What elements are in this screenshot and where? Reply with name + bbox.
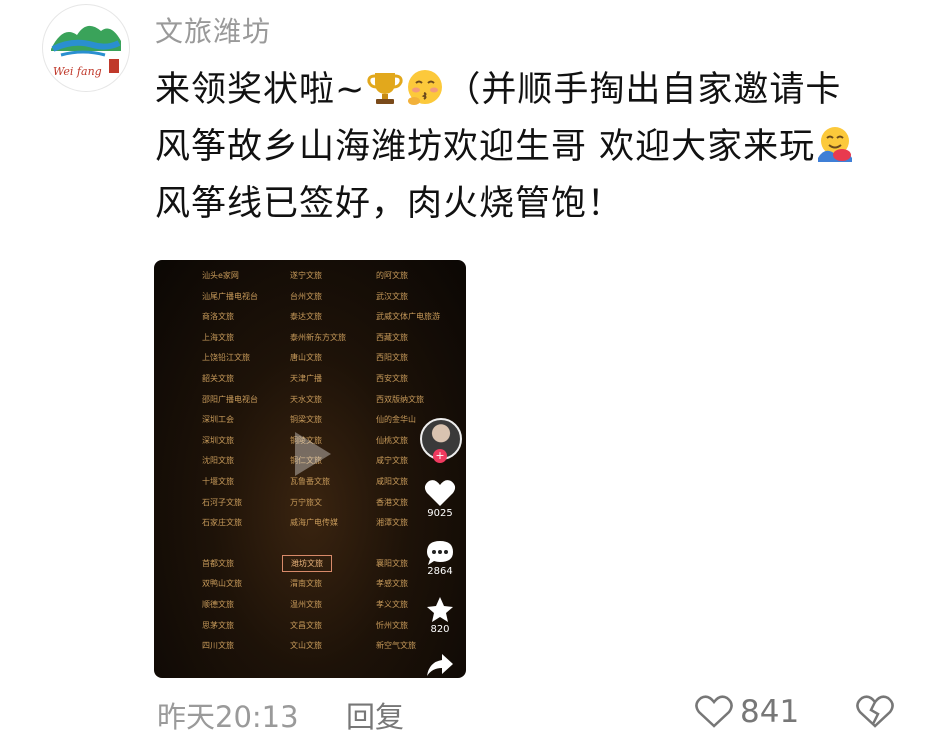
like-heart-icon[interactable]	[424, 478, 456, 512]
video-grid-cell: 香港文旅	[376, 497, 408, 507]
video-grid-cell: 温州文旅	[290, 600, 322, 609]
share-arrow-icon[interactable]	[424, 652, 456, 678]
video-grid-cell: 万宁旅文	[290, 497, 322, 507]
video-grid-cell: 潍坊文旅	[282, 554, 332, 572]
video-grid-cell: 西阳文旅	[376, 353, 408, 363]
video-grid-cell: 双鸭山文旅	[202, 579, 242, 589]
reply-button[interactable]: 回复	[346, 694, 404, 736]
video-grid-cell: 瓦鲁番文旅	[290, 477, 330, 486]
video-grid-cell: 商洛文旅	[202, 312, 234, 322]
username[interactable]: 文旅潍坊	[155, 10, 271, 50]
video-favorite-count: 820	[430, 624, 450, 635]
video-grid-cell: 的阿文旅	[376, 271, 408, 280]
comment-line-3: 风筝线已签好，肉火烧管饱！	[155, 176, 915, 233]
video-grid-cell: 十堰文旅	[202, 477, 234, 486]
video-grid-cell: 孝感文旅	[376, 579, 408, 589]
video-grid-cell: 仙的金华山	[376, 415, 416, 425]
video-grid-cell: 湘潭文旅	[376, 518, 408, 528]
video-grid-cell: 忻州文旅	[376, 620, 408, 630]
video-grid-cell: 遂宁文旅	[290, 271, 322, 280]
video-comment-count: 2864	[427, 566, 453, 577]
video-grid-cell: 石家庄文旅	[202, 518, 242, 528]
video-grid-cell: 武汉文旅	[376, 291, 408, 301]
video-grid-cell: 韶关文旅	[202, 374, 234, 383]
follow-plus-icon[interactable]: +	[433, 449, 447, 463]
video-grid-cell: 顺德文旅	[202, 600, 234, 609]
video-grid-cell: 铜梁文旅	[290, 415, 322, 425]
video-grid-cell: 深圳文旅	[202, 435, 234, 445]
video-grid-cell: 台州文旅	[290, 291, 322, 301]
hugging-emoji-icon	[818, 127, 853, 162]
user-avatar[interactable]: Wei fang	[42, 4, 130, 92]
video-grid-cell: 上饶铅江文旅	[202, 353, 250, 363]
broken-heart-icon[interactable]	[855, 694, 895, 734]
video-grid-cell: 武威文体广电旅游	[376, 312, 440, 322]
video-grid-cell: 汕头e家网	[202, 271, 239, 280]
video-grid-cell: 天水文旅	[290, 394, 322, 404]
video-grid-cell: 天津广播	[290, 374, 322, 383]
like-count: 841	[740, 694, 800, 730]
video-grid-cell: 渭南文旅	[290, 579, 322, 589]
video-like-count: 9025	[427, 508, 453, 519]
video-grid-cell: 首都文旅	[202, 558, 234, 568]
comment-line-3-text: 风筝线已签好，肉火烧管饱！	[155, 184, 624, 224]
video-grid-cell: 新空气文旅	[376, 641, 416, 651]
weifang-logo: Wei fang	[51, 25, 121, 78]
video-grid-cell: 四川文旅	[202, 641, 234, 651]
video-grid-cell: 文昌文旅	[290, 620, 322, 630]
comment-line-1-rest: （并顺手掏出自家邀请卡	[445, 70, 842, 110]
video-grid-cell: 思茅文旅	[202, 620, 234, 630]
video-grid-cell: 威海广电传媒	[290, 518, 338, 528]
comment-line-2: 风筝故乡山海潍坊欢迎生哥 欢迎大家来玩	[155, 119, 915, 176]
like-heart-outline-icon[interactable]	[694, 694, 734, 734]
video-thumbnail[interactable]: 汕头e家网 遂宁文旅 的阿文旅汕尾广播电视台 台州文旅 武汉文旅商洛文旅 泰达文旅 武威文体…	[154, 260, 466, 678]
blushing-kiss-emoji-icon	[408, 70, 443, 105]
video-grid-cell: 泰达文旅	[290, 312, 322, 322]
video-grid-cell: 汕尾广播电视台	[202, 291, 258, 301]
svg-text:Wei fang: Wei fang	[53, 65, 102, 78]
video-grid-cell: 深圳工会	[202, 415, 234, 425]
video-grid-cell: 西藏文旅	[376, 332, 408, 342]
video-grid-cell: 咸阳文旅	[376, 477, 408, 486]
video-grid-cell: 石河子文旅	[202, 497, 242, 507]
video-grid-cell: 襄阳文旅	[376, 558, 408, 568]
comment-line-2-text: 风筝故乡山海潍坊欢迎生哥 欢迎大家来玩	[155, 127, 816, 167]
video-grid-cell: 沈阳文旅	[202, 456, 234, 466]
comment-line-1: 来领奖状啦~ （并顺手掏出自家邀请卡	[155, 62, 915, 119]
video-grid-cell: 泰州新东方文旅	[290, 332, 346, 342]
play-icon[interactable]	[295, 432, 331, 476]
timestamp: 昨天20:13	[157, 700, 299, 734]
video-grid-cell: 邵阳广播电视台	[202, 394, 258, 404]
video-grid-cell: 唐山文旅	[290, 353, 322, 363]
video-grid-cell: 西双版纳文旅	[376, 394, 424, 404]
comment-text: 来领奖状啦~ （并顺手掏出自家邀请卡 风筝故乡山海潍坊欢迎生哥 欢迎大家来玩 风筝…	[155, 62, 915, 233]
video-grid-cell: 孝义文旅	[376, 600, 408, 609]
video-grid-cell: 仙桃文旅	[376, 435, 408, 445]
video-grid-cell: 上海文旅	[202, 332, 234, 342]
video-grid-cell: 咸宁文旅	[376, 456, 408, 466]
video-grid-cell: 西安文旅	[376, 374, 408, 383]
video-grid-cell: 文山文旅	[290, 641, 322, 651]
comment-line-1-text: 来领奖状啦~	[155, 70, 366, 110]
trophy-emoji-icon	[367, 73, 403, 104]
